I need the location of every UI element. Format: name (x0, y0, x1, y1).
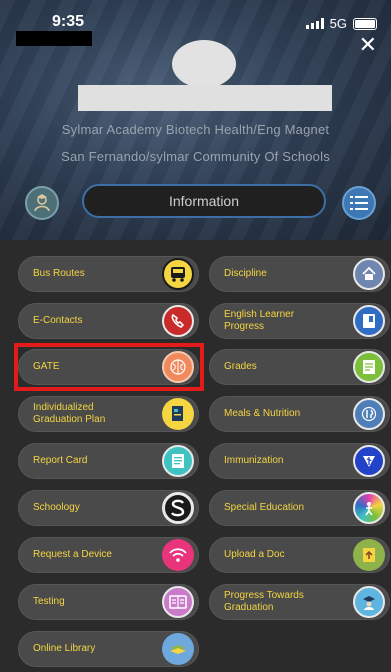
menu-item-label: Grades (224, 361, 257, 372)
menu-item-online-library[interactable]: Online Library (18, 631, 199, 667)
menu-item-label: Report Card (33, 455, 88, 466)
report-card-icon (162, 445, 194, 477)
plan-icon (162, 398, 194, 430)
menu-icon (350, 196, 368, 210)
menu-item-discipline[interactable]: Discipline (209, 256, 390, 292)
signal-icon (305, 18, 324, 29)
menu-item-progress-graduation[interactable]: Progress Towards Graduation (209, 584, 390, 620)
menu-item-meals[interactable]: Meals & Nutrition (209, 396, 390, 432)
menu-item-label: Upload a Doc (224, 549, 285, 560)
menu-item-report-card[interactable]: Report Card (18, 443, 199, 479)
app-screen: 9:35 5G ✕ Sylmar Academy Biotech Health/… (0, 0, 391, 672)
menu-item-label: E-Contacts (33, 315, 83, 326)
menu-item-label: Immunization (224, 455, 284, 466)
menu-item-upload-doc[interactable]: Upload a Doc (209, 537, 390, 573)
menu-item-immunization[interactable]: Immunization (209, 443, 390, 479)
tab-information[interactable]: Information (82, 184, 326, 218)
book-icon (353, 305, 385, 337)
student-profile-button[interactable] (25, 186, 59, 220)
menu-item-label: Request a Device (33, 549, 112, 560)
school-name: Sylmar Academy Biotech Health/Eng Magnet (61, 122, 330, 137)
graduate-icon (353, 586, 385, 618)
menu-item-label: Special Education (224, 502, 305, 513)
menu-item-special-education[interactable]: Special Education (209, 490, 390, 526)
bus-icon (162, 258, 194, 290)
menu-item-testing[interactable]: Testing (18, 584, 199, 620)
selection-highlight (14, 343, 204, 391)
status-indicators: 5G (305, 16, 377, 31)
wifi-icon (162, 539, 194, 571)
menu-item-label: Bus Routes (33, 268, 85, 279)
menu-item-label: Meals & Nutrition (224, 408, 301, 419)
network-label: 5G (329, 16, 347, 31)
schoology-icon (162, 492, 194, 524)
menu-item-label: Individualized Graduation Plan (33, 402, 106, 425)
menu-item-e-contacts[interactable]: E-Contacts (18, 303, 199, 339)
menu-item-request-device[interactable]: Request a Device (18, 537, 199, 573)
color-wheel-icon (353, 492, 385, 524)
utensils-icon (353, 398, 385, 430)
school-house-icon (353, 258, 385, 290)
phone-icon (162, 305, 194, 337)
upload-doc-icon (353, 539, 385, 571)
student-icon (34, 194, 50, 212)
menu-item-grades[interactable]: Grades (209, 349, 390, 385)
student-name-redacted (78, 85, 332, 111)
caduceus-icon (353, 445, 385, 477)
redacted-block (16, 31, 92, 46)
close-button[interactable]: ✕ (359, 34, 377, 56)
menu-item-english-learner[interactable]: English Learner Progress (209, 303, 390, 339)
menu-item-schoology[interactable]: Schoology (18, 490, 199, 526)
status-time: 9:35 (52, 13, 85, 30)
grades-icon (353, 351, 385, 383)
menu-item-label: Schoology (33, 502, 80, 513)
menu-item-graduation-plan[interactable]: Individualized Graduation Plan (18, 396, 199, 432)
menu-item-label: Discipline (224, 268, 267, 279)
menu-item-bus-routes[interactable]: Bus Routes (18, 256, 199, 292)
menu-button[interactable] (342, 186, 376, 220)
menu-item-label: Progress Towards Graduation (224, 590, 304, 613)
menu-item-label: English Learner Progress (224, 309, 295, 332)
menu-item-label: Testing (33, 596, 65, 607)
school-community: San Fernando/sylmar Community Of Schools (61, 149, 330, 164)
menu-item-label: Online Library (33, 643, 96, 654)
battery-icon (353, 17, 377, 30)
books-icon (162, 633, 194, 665)
student-avatar (172, 40, 236, 88)
testing-icon (162, 586, 194, 618)
